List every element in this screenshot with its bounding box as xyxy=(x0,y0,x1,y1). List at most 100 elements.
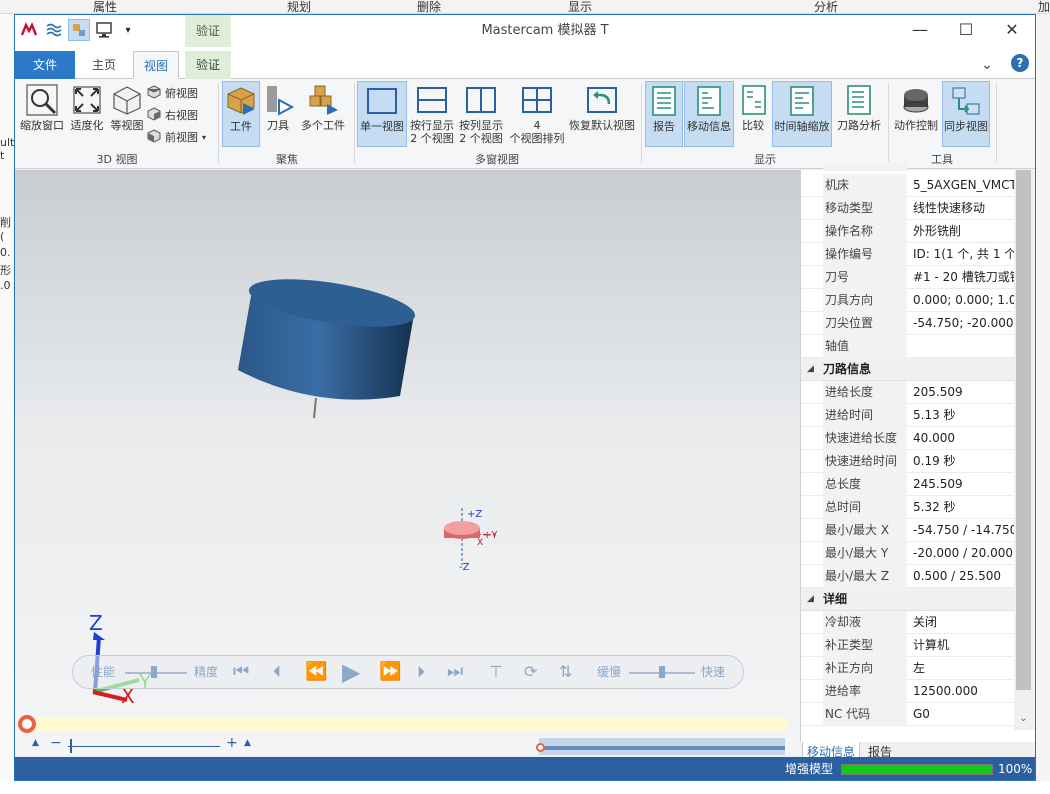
zoom-window-button[interactable]: 缩放窗口 xyxy=(19,81,65,147)
slow-label: 缓慢 xyxy=(597,665,622,679)
panel-row[interactable]: 刀具方向0.000; 0.000; 1.000 xyxy=(801,289,1014,312)
motion-control-button[interactable]: 动作控制 xyxy=(892,81,940,147)
zoom-minus-icon[interactable]: − xyxy=(50,735,62,751)
simulation-viewport[interactable]: +Z +Y X -Z Z Y X 性能 精度 ⏮ ⏴ ⏪ ▶ ⏩ ⏵ ⏭ ⊤ ⟳… xyxy=(15,170,800,755)
collapse-triangle-icon[interactable]: ◢ xyxy=(807,588,814,611)
jump-to-start-icon[interactable]: ⏮ xyxy=(233,656,249,688)
panel-row[interactable]: 机床 5_5AXGEN_VMCT xyxy=(801,174,1014,197)
front-view-cube-icon xyxy=(147,128,161,146)
tab-verify[interactable]: 验证 xyxy=(185,51,231,79)
collapse-triangle-icon[interactable]: ◢ xyxy=(807,358,814,381)
compare-button[interactable]: 比较 xyxy=(737,81,769,147)
move-info-button[interactable]: 移动信息 xyxy=(684,81,734,147)
panel-row[interactable]: NC 代码 G0 xyxy=(801,703,1014,726)
collapse-ribbon-icon[interactable]: ⌄ xyxy=(977,51,997,79)
panel-scrollbar[interactable]: ⌄ xyxy=(1014,170,1035,730)
sync-view-icon xyxy=(949,84,983,118)
fast-forward-icon[interactable]: ⏩ xyxy=(379,656,401,688)
panel-row[interactable]: 操作编号 ID: 1(1 个, 共 1 个 xyxy=(801,243,1014,266)
front-view-button[interactable]: 前视图 ▾ xyxy=(147,127,206,147)
panel-row[interactable]: 快速进给时间 0.19 秒 xyxy=(801,450,1014,473)
panel-row[interactable]: 进给长度 205.509 xyxy=(801,381,1014,404)
iso-view-button[interactable]: 等视图 xyxy=(109,81,145,147)
panel-row[interactable]: 快速进给长度 40.000 xyxy=(801,427,1014,450)
status-bar: 增强模型 100% xyxy=(15,757,1035,780)
workpiece-cylinder xyxy=(238,279,416,419)
panel-row[interactable]: 最小/最大 X -54.750 / -14.750 xyxy=(801,519,1014,542)
single-view-button[interactable]: 单一视图 xyxy=(357,81,407,147)
time-zoom-button[interactable]: 时间轴缩放 xyxy=(772,81,832,147)
restore-default-view-button[interactable]: 恢复默认视图 xyxy=(569,81,635,147)
monitor-icon[interactable] xyxy=(93,19,115,41)
bg-fragment: ult t xyxy=(0,136,14,162)
panel-row[interactable]: 轴值 xyxy=(801,335,1014,358)
close-button[interactable]: ✕ xyxy=(989,15,1035,47)
front-view-dropdown-icon[interactable]: ▾ xyxy=(202,133,206,142)
tab-view[interactable]: 视图 xyxy=(133,51,179,79)
status-label: 增强模型 xyxy=(785,762,834,776)
panel-row[interactable]: 冷却液 关闭 xyxy=(801,611,1014,634)
panel-row[interactable]: 补正方向左 xyxy=(801,657,1014,680)
section-detail[interactable]: ◢ 详细 xyxy=(801,588,1014,611)
focus-multi-workpiece-button[interactable]: 多个工件 xyxy=(297,81,349,147)
jump-to-end-icon[interactable]: ⏭ xyxy=(447,656,463,688)
four-view-button[interactable]: 4 个视图排列 xyxy=(507,81,567,147)
scroll-down-icon[interactable]: ⌄ xyxy=(1016,713,1031,727)
cut-stop-icon[interactable]: ⇅ xyxy=(559,656,572,688)
tab-file[interactable]: 文件 xyxy=(15,51,75,79)
add-stop-condition-icon[interactable]: ⊤ xyxy=(489,656,503,688)
focus-multi-workpiece-label: 多个工件 xyxy=(301,119,345,132)
zoom-in-triangle-icon[interactable]: ▲ xyxy=(244,738,251,748)
four-view-icon xyxy=(520,83,554,117)
rewind-icon[interactable]: ⏪ xyxy=(305,656,327,688)
panel-row[interactable]: 移动类型 线性快速移动 xyxy=(801,197,1014,220)
workpiece-toggle-icon[interactable] xyxy=(68,19,90,41)
minimize-button[interactable]: — xyxy=(897,15,943,47)
right-view-button[interactable]: 右视图 xyxy=(147,105,198,125)
report-button[interactable]: 报告 xyxy=(645,81,683,147)
sync-view-button[interactable]: 同步视图 xyxy=(942,81,990,147)
row-view-button[interactable]: 按行显示 2 个视图 xyxy=(409,81,455,147)
timeline-track[interactable] xyxy=(18,715,787,733)
tab-home[interactable]: 主页 xyxy=(81,51,127,79)
layers-icon[interactable] xyxy=(43,19,65,41)
zoom-out-triangle-icon[interactable]: ▲ xyxy=(32,738,39,748)
fit-button[interactable]: 适度化 xyxy=(67,81,107,147)
panel-row[interactable]: 刀号 #1 - 20 槽铣刀或铣 xyxy=(801,266,1014,289)
panel-row[interactable]: 进给时间 5.13 秒 xyxy=(801,404,1014,427)
time-zoom-panel-icon xyxy=(785,84,819,118)
panel-scrollbar-thumb[interactable] xyxy=(1016,170,1031,690)
top-view-button[interactable]: 俯视图 xyxy=(147,83,198,103)
timeline-overview[interactable] xyxy=(536,738,785,755)
workpiece-box-icon xyxy=(224,84,258,118)
focus-tool-button[interactable]: 刀具 xyxy=(262,81,295,147)
step-forward-icon[interactable]: ⏵ xyxy=(417,656,425,688)
panel-row[interactable]: 最小/最大 Z 0.500 / 25.500 xyxy=(801,565,1014,588)
bg-tab-plan: 规划 xyxy=(287,0,312,14)
toolpath-analysis-button[interactable]: 刀路分析 xyxy=(834,81,884,147)
section-toolpath-info[interactable]: ◢ 刀路信息 xyxy=(801,358,1014,381)
panel-row[interactable]: 最小/最大 Y -20.000 / 20.000 xyxy=(801,542,1014,565)
panel-row[interactable]: 操作名称 外形铣削 xyxy=(801,220,1014,243)
speed-slider-thumb[interactable] xyxy=(659,666,665,678)
timeline-overview-handle[interactable] xyxy=(536,743,545,752)
focus-workpiece-button[interactable]: 工件 xyxy=(222,81,260,147)
maximize-button[interactable]: ☐ xyxy=(943,15,989,47)
column-view-button[interactable]: 按列显示 2 个视图 xyxy=(458,81,504,147)
panel-row[interactable]: 刀尖位置-54.750; -20.000; 2 xyxy=(801,312,1014,335)
panel-row[interactable]: 补正类型 计算机 xyxy=(801,634,1014,657)
zoom-plus-icon[interactable]: + xyxy=(226,735,238,751)
panel-row[interactable]: 总时间 5.32 秒 xyxy=(801,496,1014,519)
zoom-slider-thumb[interactable] xyxy=(70,739,72,753)
panel-row[interactable]: 进给率 12500.000 xyxy=(801,680,1014,703)
loop-icon[interactable]: ⟳ xyxy=(524,656,537,688)
help-icon[interactable]: ? xyxy=(1011,54,1029,72)
zoom-slider[interactable] xyxy=(68,746,220,747)
timeline-handle[interactable] xyxy=(18,715,36,733)
quick-access-dropdown-icon[interactable]: ▾ xyxy=(117,19,139,41)
quality-slider-thumb[interactable] xyxy=(151,666,157,678)
play-icon[interactable]: ▶ xyxy=(342,656,360,688)
panel-row[interactable]: 总长度 245.509 xyxy=(801,473,1014,496)
step-back-icon[interactable]: ⏴ xyxy=(273,656,281,688)
top-view-label: 俯视图 xyxy=(165,87,198,100)
